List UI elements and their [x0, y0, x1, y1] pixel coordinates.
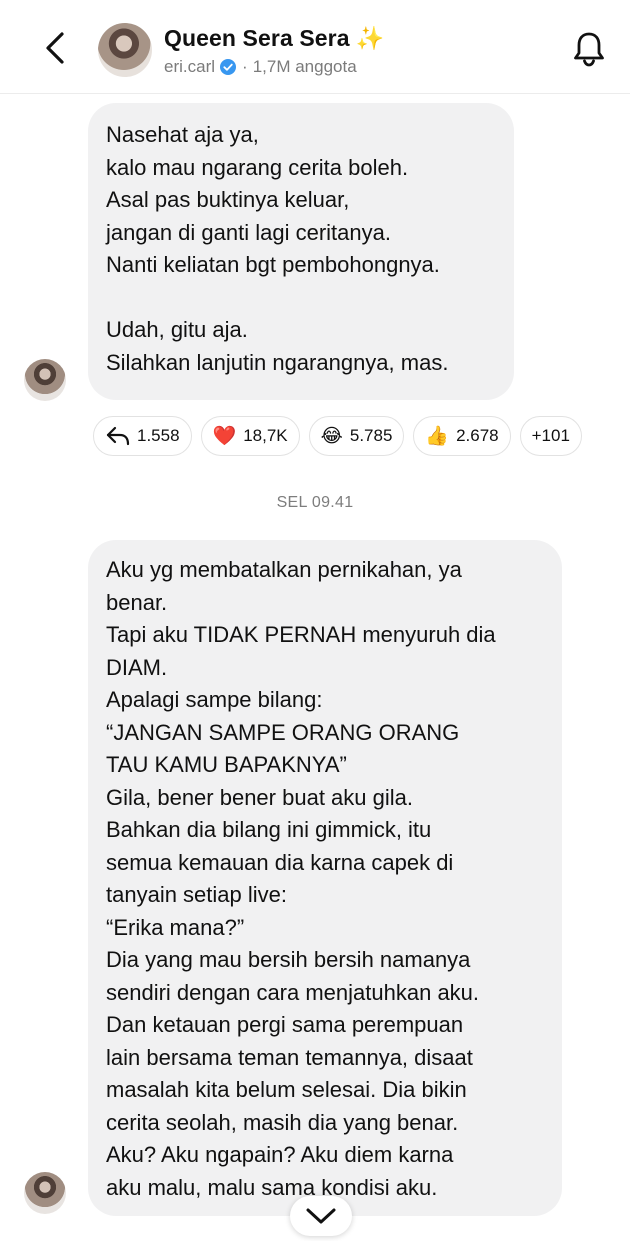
heart-icon: ❤️ [212, 425, 237, 447]
thumbs-up-icon: 👍 [425, 425, 450, 447]
message-bubble[interactable]: Nasehat aja ya, kalo mau ngarang cerita … [88, 103, 514, 400]
channel-subtitle: eri.carl · 1,7M anggota [164, 57, 357, 77]
reaction-bar: 1.558 ❤️ 18,7K 😂 5.785 👍 2.678 +101 [93, 416, 582, 456]
channel-owner: eri.carl [164, 57, 216, 76]
reaction-heart[interactable]: ❤️ 18,7K [200, 416, 300, 456]
chat-header: Queen Sera Sera ✨ eri.carl · 1,7M anggota [0, 0, 630, 94]
notification-button[interactable] [572, 30, 606, 68]
back-button[interactable] [38, 28, 74, 68]
member-count: 1,7M anggota [252, 57, 357, 76]
separator-dot: · [242, 57, 248, 76]
reaction-count: 18,7K [243, 426, 288, 445]
reply-count: 1.558 [137, 426, 180, 445]
sparkle-icon: ✨ [355, 25, 385, 51]
channel-title[interactable]: Queen Sera Sera ✨ [164, 25, 384, 52]
reaction-thumbs-up[interactable]: 👍 2.678 [413, 416, 511, 456]
reaction-count: 5.785 [349, 426, 393, 445]
message-bubble[interactable]: Aku yg membatalkan pernikahan, ya benar.… [88, 540, 562, 1216]
reaction-laughing[interactable]: 😂 5.785 [308, 416, 405, 456]
verified-badge-icon [220, 59, 237, 75]
sender-avatar[interactable] [24, 1172, 66, 1214]
channel-name: Queen Sera Sera [164, 25, 350, 51]
reply-icon [106, 426, 130, 446]
sender-avatar[interactable] [24, 359, 66, 401]
more-reactions-count: +101 [531, 426, 570, 445]
scroll-to-bottom-button[interactable] [290, 1196, 352, 1236]
timestamp-divider: SEL 09.41 [276, 494, 354, 511]
reply-count-button[interactable]: 1.558 [93, 416, 192, 456]
channel-avatar[interactable] [98, 23, 152, 77]
bell-icon [574, 32, 604, 67]
more-reactions-button[interactable]: +101 [519, 416, 582, 456]
reaction-count: 2.678 [456, 426, 499, 445]
chevron-down-icon [306, 1208, 336, 1224]
chevron-left-icon [46, 32, 64, 64]
laughing-icon: 😂 [320, 425, 343, 447]
